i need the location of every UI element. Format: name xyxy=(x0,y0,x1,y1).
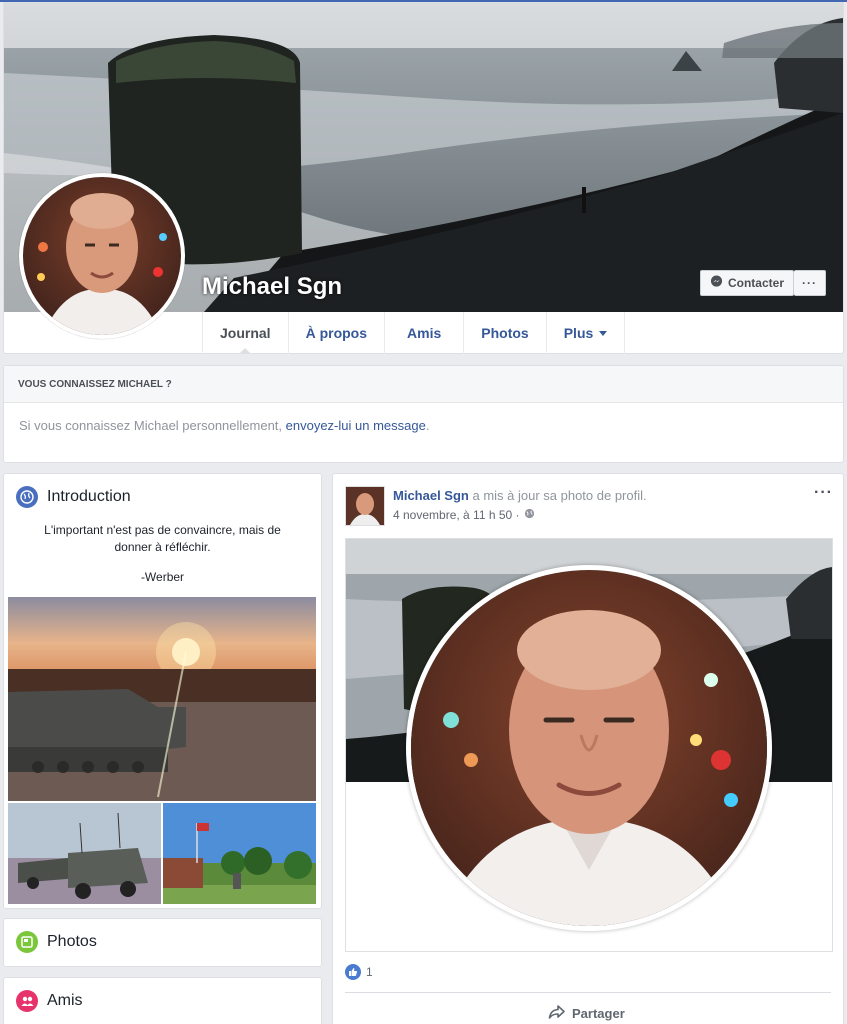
profile-photo-post: Michael Sgn a mis à jour sa photo de pro… xyxy=(332,473,844,1024)
post-photo[interactable] xyxy=(345,538,833,952)
photos-header: Photos xyxy=(4,919,321,965)
profile-name[interactable]: Michael Sgn xyxy=(202,273,342,301)
tab-label: Plus xyxy=(563,325,594,341)
tab-label: À propos xyxy=(305,325,368,341)
tab-friends[interactable]: Amis xyxy=(385,312,465,354)
contact-button[interactable]: Contacter xyxy=(699,270,794,296)
share-icon xyxy=(548,1004,566,1023)
know-text-after: . xyxy=(425,418,430,433)
contact-label: Contacter xyxy=(727,276,784,290)
intro-header: Introduction xyxy=(4,474,321,520)
post-info: Michael Sgn a mis à jour sa photo de pro… xyxy=(393,486,647,526)
public-icon xyxy=(524,508,535,522)
photos-section-card[interactable]: Photos xyxy=(3,918,322,967)
post-reactions[interactable]: 1 xyxy=(345,964,373,980)
know-text-before: Si vous connaissez Michael personnelleme… xyxy=(19,418,286,433)
cover-actions: Contacter ··· xyxy=(699,270,826,296)
photo-icon xyxy=(16,931,38,953)
post-date[interactable]: 4 novembre, à 11 h 50 · xyxy=(393,508,520,522)
more-options-button[interactable]: ··· xyxy=(794,270,826,296)
tab-photos[interactable]: Photos xyxy=(464,312,547,354)
post-header: Michael Sgn a mis à jour sa photo de pro… xyxy=(345,486,647,526)
featured-photo-sunset[interactable] xyxy=(8,597,316,801)
like-icon xyxy=(345,964,361,980)
know-text: Si vous connaissez Michael personnelleme… xyxy=(4,403,843,448)
post-options-button[interactable]: ··· xyxy=(814,484,833,502)
friends-icon xyxy=(16,990,38,1012)
friends-section-card[interactable]: Amis xyxy=(3,977,322,1024)
send-message-link[interactable]: envoyez-lui un message xyxy=(286,418,426,433)
dropdown-caret-icon xyxy=(599,331,608,340)
post-meta: 4 novembre, à 11 h 50 · xyxy=(393,508,647,522)
share-button[interactable]: Partager xyxy=(548,1004,625,1023)
post-author-name[interactable]: Michael Sgn xyxy=(393,488,469,503)
share-label: Partager xyxy=(572,1006,625,1021)
intro-card: Introduction L'important n'est pas de co… xyxy=(3,473,322,909)
friends-header: Amis xyxy=(4,978,321,1024)
tab-label: Photos xyxy=(481,325,529,341)
tab-label: Amis xyxy=(407,325,442,341)
intro-title: Introduction xyxy=(47,488,131,505)
tab-about[interactable]: À propos xyxy=(289,312,386,354)
featured-photo-vehicles[interactable] xyxy=(8,803,161,904)
globe-icon xyxy=(16,486,38,508)
know-heading: VOUS CONNAISSEZ MICHAEL ? xyxy=(4,366,843,403)
tab-more[interactable]: Plus xyxy=(547,312,626,354)
intro-quote: L'important n'est pas de convaincre, mai… xyxy=(44,523,281,554)
profile-tabs: Journal À propos Amis Photos Plus xyxy=(202,312,626,354)
photos-title: Photos xyxy=(47,933,97,950)
know-michael-card: VOUS CONNAISSEZ MICHAEL ? Si vous connai… xyxy=(3,365,844,463)
messenger-icon xyxy=(710,275,723,291)
profile-header: Michael Sgn Contacter ··· Journal À prop… xyxy=(3,2,844,354)
post-profile-picture xyxy=(406,565,772,931)
post-author-avatar[interactable] xyxy=(345,486,385,526)
featured-photo-base[interactable] xyxy=(163,803,316,904)
post-divider xyxy=(345,992,831,993)
intro-quote-author: -Werber xyxy=(140,570,185,584)
likes-count: 1 xyxy=(366,965,373,979)
post-headline: Michael Sgn a mis à jour sa photo de pro… xyxy=(393,488,647,503)
tab-journal[interactable]: Journal xyxy=(203,312,289,354)
friends-title: Amis xyxy=(47,992,83,1009)
post-action: a mis à jour sa photo de profil. xyxy=(468,488,647,503)
profile-picture[interactable] xyxy=(19,173,185,339)
tab-label: Journal xyxy=(220,325,271,341)
